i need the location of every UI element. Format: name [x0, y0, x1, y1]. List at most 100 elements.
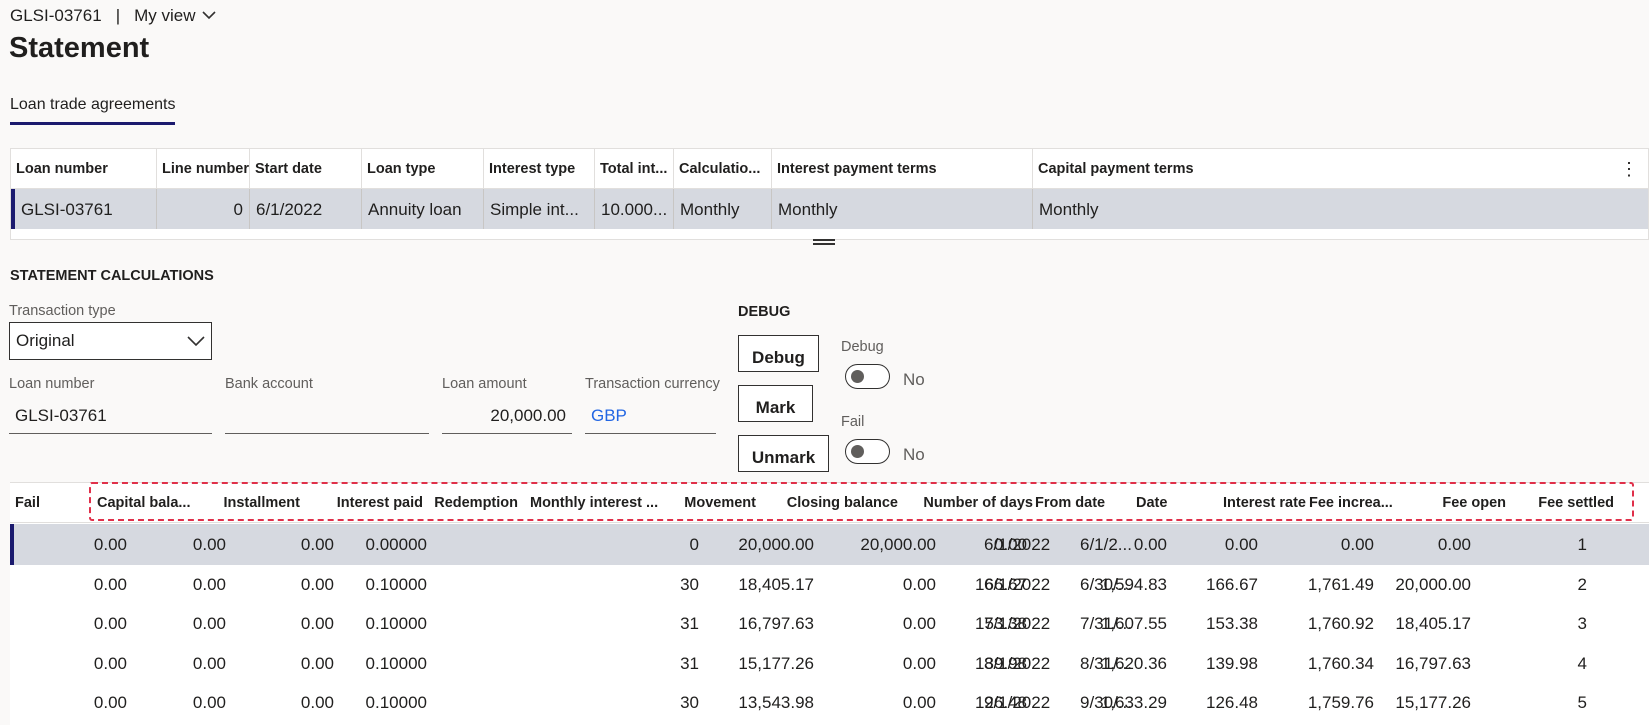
column-header[interactable]: Start date — [250, 149, 362, 188]
cell-date: 6/1/2... — [1080, 535, 1132, 554]
cell-fee-settled: 0.00 — [93, 574, 127, 594]
loan-number-field[interactable]: GLSI-03761 — [9, 400, 212, 434]
column-header[interactable]: Total int... — [595, 149, 674, 188]
column-header[interactable]: Closing balance — [787, 495, 898, 511]
mark-button[interactable]: Mark — [738, 385, 813, 422]
column-header[interactable]: Line number — [157, 149, 250, 188]
tab-loan-trade-agreements[interactable]: Loan trade agreements — [10, 96, 176, 125]
cell-interest-rate: 0.10000 — [365, 574, 427, 594]
cell-interest-paid: 126.48 — [1206, 693, 1258, 712]
table-row[interactable]: GLSI-03761 0 6/1/2022 Annuity loan Simpl… — [11, 189, 1648, 229]
cell-number-of-days: 31 — [680, 653, 699, 673]
table-row[interactable]: 1 0.00 0.00 0.00 0.00 0.00 20,000.00 20,000.00 0… — [10, 524, 1649, 565]
transaction-type-label: Transaction type — [9, 303, 116, 319]
cell-installment: 1,761.49 — [1307, 574, 1374, 594]
column-header[interactable]: Installment — [223, 495, 300, 511]
cell-interest-paid: 0.00 — [1224, 535, 1258, 554]
cell-interest-rate: 0.10000 — [365, 693, 427, 712]
cell-interest-rate: 0.10000 — [365, 653, 427, 673]
cell-interest-type: Simple int... — [484, 189, 595, 229]
record-id: GLSI-03761 — [10, 6, 102, 25]
column-header[interactable]: Date — [1136, 495, 1167, 511]
column-header[interactable]: Fee open — [1442, 495, 1506, 511]
cell-from-date: 6/1/2022 — [984, 535, 1051, 554]
table-row[interactable]: 4 16,797.63 1,760.34 139.98 1,620.36 139.98 0.… — [10, 643, 1649, 684]
bank-account-label: Bank account — [225, 376, 313, 392]
column-header[interactable]: Fee increa... — [1309, 495, 1393, 511]
cell-fee-open: 0.00 — [192, 614, 226, 633]
cell-fail: 1 — [1577, 535, 1587, 554]
debug-toggle-label: Debug — [841, 339, 884, 355]
cell-closing-balance: 18,405.17 — [738, 574, 814, 594]
table-row[interactable]: 2 20,000.00 1,761.49 166.67 1,594.83 166.67 0.… — [10, 564, 1649, 605]
cell-calculation: Monthly — [674, 189, 772, 229]
column-header[interactable]: From date — [1035, 495, 1105, 511]
debug-toggle[interactable] — [845, 364, 890, 389]
cell-number-of-days: 0 — [689, 535, 699, 554]
cell-from-date: 6/1/2022 — [984, 574, 1051, 594]
cell-loan-number: GLSI-03761 — [15, 189, 157, 229]
cell-number-of-days: 31 — [680, 614, 699, 633]
cell-fee-settled: 0.00 — [93, 535, 127, 554]
column-header-fail[interactable]: Fail — [15, 495, 40, 511]
cell-capital-balance: 16,797.63 — [1395, 653, 1471, 673]
debug-toggle-value: No — [903, 370, 925, 389]
loan-agreements-grid: Loan number Line number Start date Loan … — [10, 148, 1649, 240]
cell-capital-balance: 20,000.00 — [1395, 574, 1471, 594]
column-header[interactable]: Interest payment terms — [772, 149, 1033, 188]
column-header[interactable]: Loan number — [11, 149, 157, 188]
column-header[interactable]: Interest rate — [1223, 495, 1306, 511]
column-header[interactable]: Calculatio... — [674, 149, 772, 188]
unmark-button[interactable]: Unmark — [738, 435, 829, 472]
more-options-icon[interactable]: ⋮ — [1620, 159, 1638, 180]
cell-closing-balance: 20,000.00 — [738, 535, 814, 554]
transaction-currency-label: Transaction currency — [585, 376, 720, 392]
cell-date: 7/31/... — [1080, 614, 1132, 633]
cell-fail: 3 — [1577, 614, 1587, 633]
cell-closing-balance: 13,543.98 — [738, 693, 814, 712]
cell-installment: 1,760.92 — [1307, 614, 1374, 633]
transaction-currency-field[interactable]: GBP — [585, 400, 716, 434]
column-header[interactable]: Movement — [684, 495, 756, 511]
column-header[interactable]: Loan type — [362, 149, 484, 188]
column-header[interactable]: Interest type — [484, 149, 595, 188]
cell-installment: 1,759.76 — [1307, 693, 1374, 712]
cell-interest-rate: 0.00000 — [365, 535, 427, 554]
table-row[interactable]: 5 15,177.26 1,759.76 126.48 1,633.29 126.48 0.… — [10, 682, 1649, 723]
splitter-handle[interactable] — [813, 239, 835, 245]
cell-interest-paid: 166.67 — [1206, 574, 1258, 594]
cell-fee-settled: 0.00 — [93, 693, 127, 712]
cell-interest-rate: 0.10000 — [365, 614, 427, 633]
bank-account-field[interactable] — [225, 400, 429, 434]
debug-button[interactable]: Debug — [738, 335, 819, 372]
loan-number-label: Loan number — [9, 376, 95, 392]
grid-header: Fail Capital bala... Installment Interes… — [10, 483, 1649, 523]
loan-amount-label: Loan amount — [442, 376, 527, 392]
loan-amount-field[interactable]: 20,000.00 — [442, 400, 572, 434]
cell-loan-type: Annuity loan — [362, 189, 484, 229]
cell-fee-increase: 0.00 — [300, 535, 334, 554]
column-header[interactable]: Capital bala... — [97, 495, 190, 511]
cell-fee-settled: 0.00 — [93, 653, 127, 673]
cell-movement: 0.00 — [902, 614, 936, 633]
cell-capital-balance: 15,177.26 — [1395, 693, 1471, 712]
my-view-label: My view — [134, 6, 196, 25]
cell-start-date: 6/1/2022 — [250, 189, 362, 229]
column-header[interactable]: Number of days — [923, 495, 1033, 511]
fail-toggle[interactable] — [845, 439, 890, 464]
section-title-debug: DEBUG — [738, 304, 791, 320]
table-row[interactable]: 3 18,405.17 1,760.92 153.38 1,607.55 153.38 0.… — [10, 603, 1649, 644]
cell-line-number: 0 — [157, 189, 250, 229]
column-header[interactable]: Interest paid — [337, 495, 423, 511]
breadcrumb-separator: | — [115, 6, 121, 25]
column-header[interactable]: Fee settled — [1538, 495, 1614, 511]
cell-movement: 0.00 — [902, 574, 936, 594]
column-header[interactable]: Monthly interest ... — [530, 495, 658, 511]
cell-movement: 0.00 — [902, 653, 936, 673]
column-header[interactable]: Capital payment terms — [1033, 149, 1648, 188]
page-title: Statement — [9, 32, 150, 64]
column-header[interactable]: Redemption — [434, 495, 518, 511]
my-view-dropdown[interactable]: My view — [134, 6, 216, 26]
transaction-type-select[interactable]: Original — [9, 322, 212, 360]
cell-fee-open: 0.00 — [192, 574, 226, 594]
